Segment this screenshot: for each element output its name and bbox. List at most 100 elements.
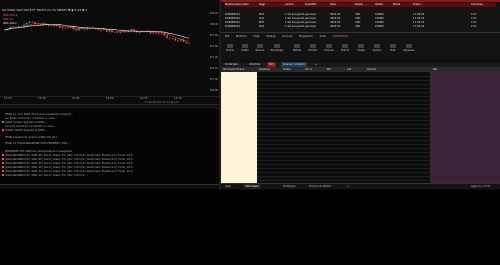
- charts-button[interactable]: Grafici: [238, 44, 252, 52]
- col-pnl[interactable]: P&L: [433, 67, 438, 72]
- selected-column[interactable]: [221, 72, 257, 183]
- analysis-button[interactable]: Analisi: [354, 44, 368, 52]
- candle: [152, 32, 155, 34]
- grid-row[interactable]: [257, 132, 430, 133]
- settings-button[interactable]: Impostaz.: [402, 44, 416, 52]
- menu-file[interactable]: File: [225, 35, 229, 38]
- grid-row[interactable]: [257, 100, 430, 101]
- grid-row[interactable]: [257, 136, 430, 137]
- menu-edit[interactable]: Modifica: [236, 35, 246, 38]
- grid-row[interactable]: [257, 104, 430, 105]
- col-qty[interactable]: Quantità: [305, 3, 316, 6]
- col-exchange[interactable]: Borsa: [393, 3, 400, 6]
- grid-row[interactable]: [257, 160, 430, 161]
- col-currency[interactable]: Valuta: [375, 3, 383, 6]
- log-dot-icon: [2, 154, 4, 156]
- candle: [177, 40, 179, 41]
- grid-row[interactable]: [257, 88, 430, 89]
- legend-sma-50[interactable]: SMA 50: [3, 18, 63, 21]
- col-desc[interactable]: Desc.: [330, 3, 337, 6]
- scanner-button[interactable]: Scanner: [322, 44, 336, 52]
- col-price[interactable]: Prezzo: [283, 67, 291, 72]
- menu-programs[interactable]: Programmi: [299, 35, 313, 38]
- table-row[interactable]: DU8989024 SLD 1 SD Insuperati garanzie 4825…: [225, 17, 496, 21]
- col-ask[interactable]: Ask: [347, 67, 351, 72]
- grid-row[interactable]: [257, 76, 430, 77]
- col-instrument[interactable]: Strumento Finanz.: [223, 67, 245, 72]
- candle: [108, 30, 111, 32]
- grid-row[interactable]: [257, 84, 430, 85]
- candle: [185, 41, 188, 44]
- pnl-column[interactable]: [430, 72, 500, 183]
- log-line: [EVN] 12 VISUALIZZAZIONE 5015 HEDDENT (1…: [2, 142, 70, 145]
- col-position[interactable]: Posizione: [259, 67, 270, 72]
- legend-ors[interactable]: ORS 45.0 ▾: [3, 14, 63, 17]
- grid-row[interactable]: [257, 108, 430, 109]
- menu-help[interactable]: Aiuto: [320, 35, 327, 38]
- grid-row[interactable]: [257, 128, 430, 129]
- x-tick: 13:15: [4, 97, 12, 100]
- news-button[interactable]: Notizie: [290, 44, 304, 52]
- grid-row[interactable]: [257, 168, 430, 169]
- monitor-button[interactable]: Monitor: [306, 44, 320, 52]
- grid-row[interactable]: [257, 176, 430, 177]
- order-button[interactable]: Ordine: [223, 44, 237, 52]
- table-row[interactable]: DU8989024 BOT 1 SD Insuperati garanzie 4826…: [225, 21, 496, 25]
- menu-account[interactable]: Account: [282, 35, 292, 38]
- log-dot-icon: [2, 113, 4, 115]
- period-select[interactable]: Oggi: [259, 3, 265, 6]
- col-time[interactable]: Orario: [413, 3, 421, 6]
- grid-row[interactable]: [257, 156, 430, 157]
- grid-row[interactable]: [257, 120, 430, 121]
- col-volume[interactable]: Volume: [367, 67, 376, 72]
- grid-row[interactable]: [257, 96, 430, 97]
- table-row[interactable]: DU8989024 SLD 1 SD Insuperati garanzie 4826…: [225, 25, 496, 29]
- grid-row[interactable]: [257, 140, 430, 141]
- portfolio-button[interactable]: Portafoglio: [270, 44, 284, 52]
- col-commission[interactable]: Commiss.: [471, 3, 483, 6]
- candle: [138, 32, 141, 33]
- candle: [133, 29, 135, 31]
- menu-trading[interactable]: Trading: [266, 35, 275, 38]
- grid-row[interactable]: [257, 144, 430, 145]
- y-tick: 457.20: [209, 67, 218, 70]
- tab-portfolio-ws[interactable]: Portafoglio: [283, 184, 296, 189]
- col-change[interactable]: Var %: [305, 67, 312, 72]
- grid-row[interactable]: [257, 172, 430, 173]
- grid-row[interactable]: [257, 180, 430, 181]
- candle: [78, 28, 80, 31]
- grid-row[interactable]: [257, 80, 430, 81]
- col-action[interactable]: Azione: [285, 3, 293, 6]
- chart-title: GS SPDR S&P 500 ETF TRUST (5) 5s SMART ▼…: [2, 8, 88, 12]
- alerts-button[interactable]: Allarmi: [338, 44, 352, 52]
- tab-research[interactable]: Ricerche & Notizie: [309, 184, 331, 189]
- col-price[interactable]: Prezzo: [355, 3, 363, 6]
- table-row[interactable]: DU8989024 BOT 1 SD Insuperati garanzie 4825…: [225, 13, 496, 17]
- log-line: [EVN] Inspiazione, Scarico buffer VVI (5…: [2, 136, 59, 139]
- tab-add-workspace[interactable]: +: [347, 184, 349, 189]
- grid-row[interactable]: [257, 164, 430, 165]
- col-bid[interactable]: Bid: [327, 67, 331, 72]
- show-orders-label[interactable]: Mostra ampi ordini: [225, 3, 248, 6]
- grid-row[interactable]: [257, 124, 430, 125]
- grid-row[interactable]: [257, 92, 430, 93]
- account-id[interactable]: DU8989024: [333, 35, 348, 38]
- grid-row[interactable]: [257, 116, 430, 117]
- log-line: evr long ordine 5s 1 a heraldo in corso.…: [2, 125, 56, 128]
- legend-sma-200[interactable]: SMA 200 ▾: [3, 22, 63, 25]
- risk-button[interactable]: Risk: [386, 44, 400, 52]
- log-dot-icon: [2, 117, 4, 119]
- menu-view[interactable]: Vista: [253, 35, 259, 38]
- log-line: [DOLLARUNKNY] Px: 4001.10 | Pos:0 | Take…: [2, 174, 84, 177]
- news-icon: [294, 44, 300, 48]
- x-tick: 13:45: [72, 97, 80, 100]
- search-button[interactable]: Ricerca: [253, 44, 267, 52]
- tab-today[interactable]: Oggi: [225, 184, 231, 189]
- tab-tws-classic[interactable]: TWS Classic: [243, 184, 262, 189]
- x-tick: 14:15: [140, 97, 148, 100]
- grid-row[interactable]: [257, 148, 430, 149]
- grid-row[interactable]: [257, 152, 430, 153]
- grid-row[interactable]: [257, 112, 430, 113]
- executions-table[interactable]: Mostra ampi ordini Oggi Azione Quantità …: [221, 2, 500, 32]
- options-button[interactable]: Opzioni: [370, 44, 384, 52]
